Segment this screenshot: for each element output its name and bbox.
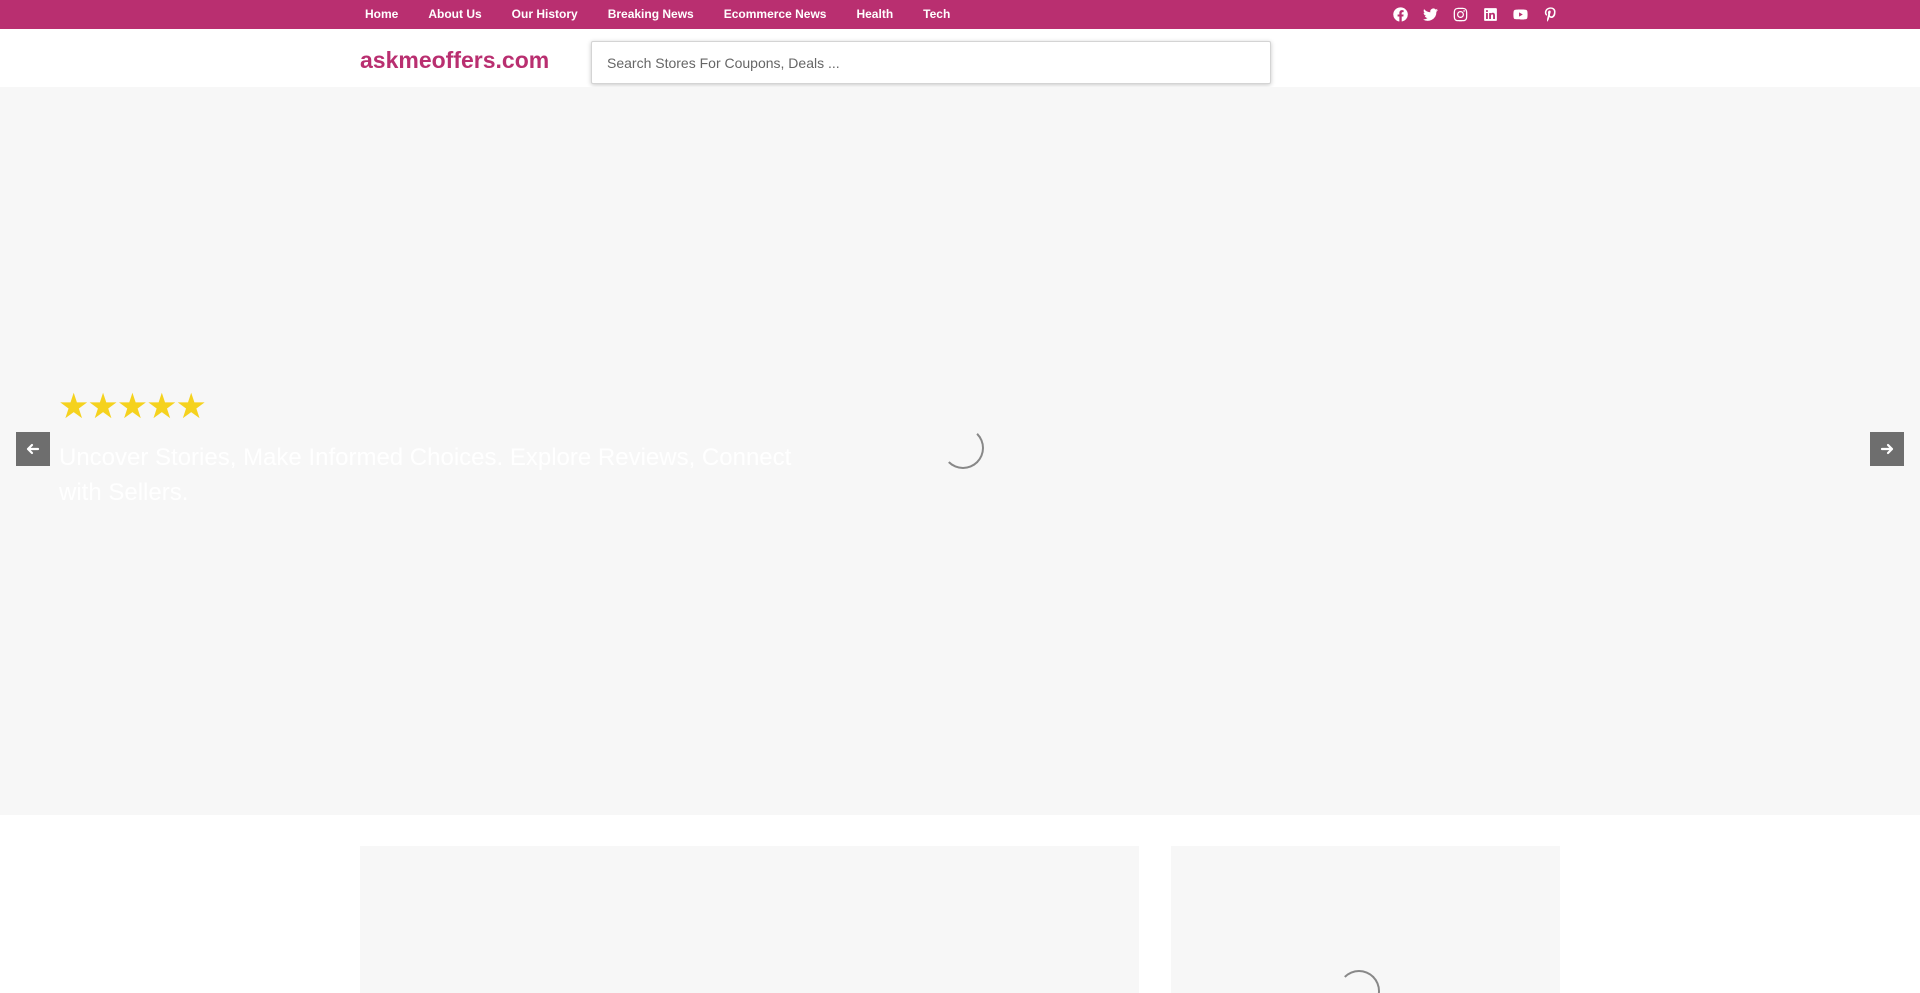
social-links	[1390, 4, 1570, 24]
store-search-input[interactable]	[592, 42, 1270, 83]
facebook-icon[interactable]	[1390, 4, 1410, 24]
linkedin-icon[interactable]	[1480, 4, 1500, 24]
loading-spinner-icon	[1338, 970, 1380, 993]
nav-breaking-news-link[interactable]: Breaking News	[602, 0, 700, 29]
nav-ecommerce-news-link[interactable]: Ecommerce News	[718, 0, 833, 29]
nav-our-history-link[interactable]: Our History	[506, 0, 584, 29]
pinterest-icon[interactable]	[1540, 4, 1560, 24]
loading-spinner-icon	[942, 427, 984, 469]
rating-stars: ★★★★★	[58, 387, 207, 426]
search-box	[591, 41, 1271, 84]
nav-about-us-link[interactable]: About Us	[422, 0, 487, 29]
twitter-icon[interactable]	[1420, 4, 1440, 24]
content-placeholder	[360, 846, 1139, 993]
hero-caption: Uncover Stories, Make Informed Choices. …	[59, 444, 792, 506]
arrow-right-icon	[1880, 443, 1894, 455]
youtube-icon[interactable]	[1510, 4, 1530, 24]
site-header: askmeoffers.com	[0, 29, 1920, 87]
sidebar-placeholder	[1171, 846, 1560, 993]
nav-home-link[interactable]: Home	[359, 0, 404, 29]
nav-tech-link[interactable]: Tech	[917, 0, 956, 29]
site-logo[interactable]: askmeoffers.com	[360, 47, 549, 74]
top-menu: Home About Us Our History Breaking News …	[359, 0, 974, 29]
instagram-icon[interactable]	[1450, 4, 1470, 24]
nav-health-link[interactable]: Health	[850, 0, 899, 29]
arrow-left-icon	[26, 443, 40, 455]
slider-next-button[interactable]	[1870, 432, 1904, 466]
top-navigation-bar: Home About Us Our History Breaking News …	[0, 0, 1920, 29]
hero-slider: ★★★★★ Uncover Stories, Make Informed Cho…	[0, 87, 1920, 815]
slider-prev-button[interactable]	[16, 432, 50, 466]
